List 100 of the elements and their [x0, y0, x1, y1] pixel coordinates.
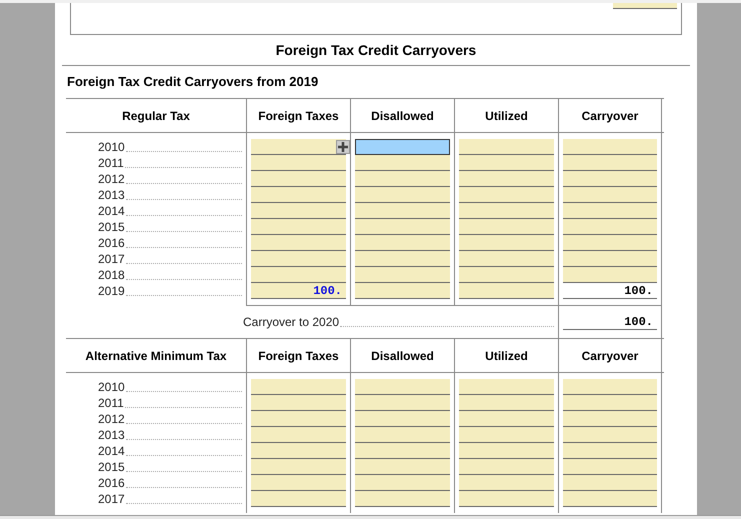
amount-field[interactable] — [251, 139, 346, 155]
year-label: 2014 — [98, 203, 125, 219]
amount-field[interactable] — [251, 251, 346, 267]
plus-icon[interactable] — [336, 140, 350, 154]
amount-field[interactable] — [355, 219, 450, 235]
amount-field[interactable] — [459, 219, 554, 235]
amount-field[interactable] — [563, 155, 657, 171]
year-label: 2017 — [98, 491, 125, 507]
amount-field[interactable] — [459, 139, 554, 155]
amount-field[interactable] — [251, 491, 346, 507]
amount-field[interactable] — [563, 459, 657, 475]
column-header: Utilized — [485, 348, 528, 364]
year-label: 2010 — [98, 379, 125, 395]
amount-field[interactable] — [251, 427, 346, 443]
amount-field[interactable] — [459, 379, 554, 395]
amount-field[interactable] — [459, 427, 554, 443]
amount-field[interactable]: 100. — [251, 283, 346, 299]
amount-field[interactable] — [251, 235, 346, 251]
amount-field[interactable] — [459, 283, 554, 299]
amount-field[interactable] — [355, 155, 450, 171]
amount-field[interactable] — [251, 475, 346, 491]
year-label: 2013 — [98, 427, 125, 443]
column-header: Utilized — [485, 108, 528, 124]
amount-field[interactable] — [251, 155, 346, 171]
amount-field[interactable] — [563, 411, 657, 427]
amount-field[interactable] — [459, 203, 554, 219]
year-label: 2018 — [98, 267, 125, 283]
year-label: 2019 — [98, 283, 125, 299]
amount-field[interactable] — [459, 187, 554, 203]
amount-field[interactable] — [355, 267, 450, 283]
year-label: 2011 — [98, 155, 124, 171]
amount-field[interactable] — [459, 395, 554, 411]
amount-field[interactable]: 100. — [563, 283, 657, 299]
amount-field[interactable] — [355, 235, 450, 251]
amount-field[interactable] — [459, 459, 554, 475]
year-label: 2016 — [98, 475, 125, 491]
amount-field[interactable] — [251, 267, 346, 283]
section-header: Regular Tax — [122, 108, 190, 124]
amount-field[interactable] — [459, 475, 554, 491]
section-header: Alternative Minimum Tax — [85, 348, 227, 364]
amount-field[interactable] — [251, 395, 346, 411]
amount-field[interactable] — [459, 251, 554, 267]
amount-field[interactable] — [563, 203, 657, 219]
amount-field[interactable] — [251, 187, 346, 203]
amount-field[interactable] — [563, 251, 657, 267]
amount-field[interactable] — [251, 171, 346, 187]
amount-field[interactable] — [251, 379, 346, 395]
amount-field[interactable] — [355, 139, 450, 155]
year-label: 2017 — [98, 251, 125, 267]
amount-field[interactable] — [459, 171, 554, 187]
amount-field[interactable] — [459, 443, 554, 459]
year-label: 2011 — [98, 395, 124, 411]
amount-field[interactable] — [459, 267, 554, 283]
amount-field[interactable] — [459, 491, 554, 507]
amount-field[interactable] — [459, 235, 554, 251]
amount-field[interactable] — [355, 475, 450, 491]
amount-field[interactable] — [355, 251, 450, 267]
year-label: 2012 — [98, 171, 125, 187]
year-label: 2013 — [98, 187, 125, 203]
amount-field[interactable] — [355, 459, 450, 475]
amount-field[interactable] — [563, 475, 657, 491]
amount-field[interactable] — [563, 379, 657, 395]
amount-field[interactable] — [251, 411, 346, 427]
column-header: Foreign Taxes — [258, 108, 339, 124]
amount-field[interactable] — [251, 219, 346, 235]
column-header: Disallowed — [371, 348, 434, 364]
amount-field[interactable] — [563, 171, 657, 187]
amount-field[interactable] — [355, 203, 450, 219]
amount-field[interactable] — [563, 395, 657, 411]
year-label: 2015 — [98, 219, 125, 235]
amount-field[interactable] — [563, 139, 657, 155]
amount-field[interactable] — [459, 155, 554, 171]
amount-field[interactable] — [355, 491, 450, 507]
amount-field[interactable] — [563, 491, 657, 507]
amount-field[interactable] — [355, 171, 450, 187]
amount-field[interactable] — [613, 3, 677, 9]
amount-field[interactable] — [563, 427, 657, 443]
amount-field[interactable] — [251, 459, 346, 475]
year-label: 2015 — [98, 459, 125, 475]
year-label: 2012 — [98, 411, 125, 427]
amount-field[interactable] — [355, 427, 450, 443]
amount-field[interactable] — [355, 283, 450, 299]
amount-field[interactable] — [563, 443, 657, 459]
amount-field[interactable] — [563, 235, 657, 251]
amount-field[interactable] — [563, 219, 657, 235]
amount-field[interactable] — [355, 395, 450, 411]
amount-field[interactable] — [355, 443, 450, 459]
total-field: 100. — [563, 314, 657, 330]
amount-field[interactable] — [251, 443, 346, 459]
column-header: Disallowed — [371, 108, 434, 124]
amount-field[interactable] — [459, 411, 554, 427]
amount-field[interactable] — [563, 187, 657, 203]
year-label: 2014 — [98, 443, 125, 459]
amount-field[interactable] — [251, 203, 346, 219]
amount-field[interactable] — [355, 411, 450, 427]
amount-field[interactable] — [355, 187, 450, 203]
amount-field[interactable] — [355, 379, 450, 395]
column-header: Carryover — [582, 108, 638, 124]
column-header: Foreign Taxes — [258, 348, 339, 364]
amount-field[interactable] — [563, 267, 657, 283]
